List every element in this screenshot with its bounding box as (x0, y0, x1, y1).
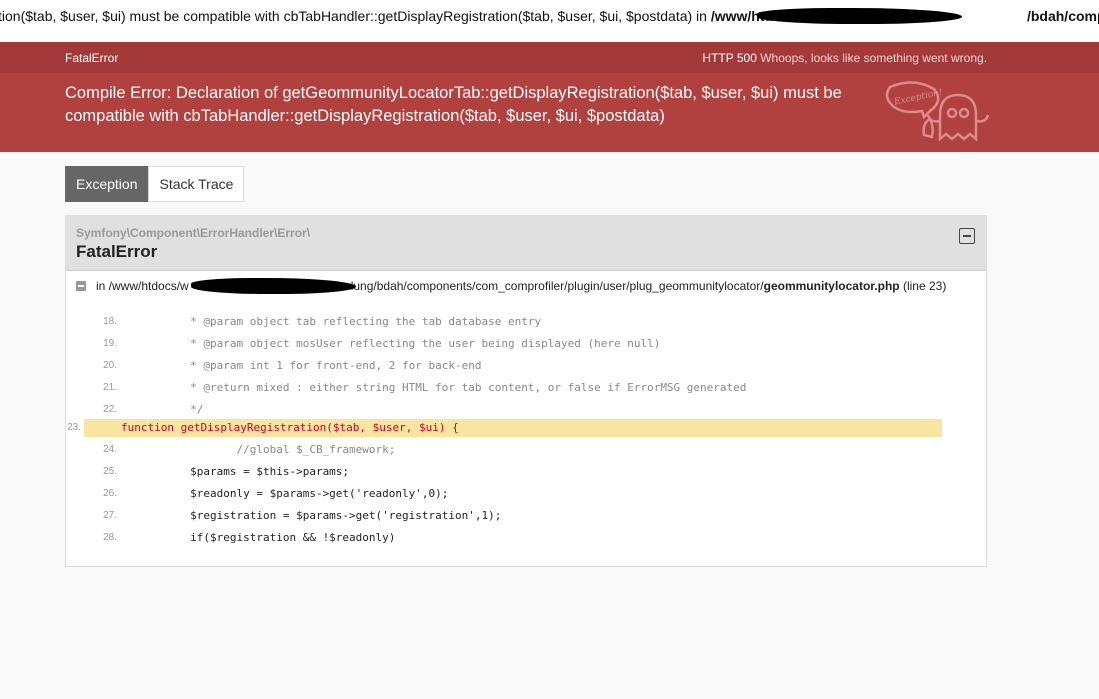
code-line: 26. $readonly = $params->get('readonly',… (103, 487, 449, 500)
status-text: Whoops, looks like something went wrong. (760, 51, 987, 65)
code-line: 21. * @return mixed : either string HTML… (103, 381, 747, 394)
exception-header: FatalError HTTP 500 Whoops, looks like s… (0, 42, 1099, 73)
code-line-highlighted: 23. function getDisplayRegistration($tab,… (67, 419, 942, 437)
code-line: 28. if($registration && !$readonly) (103, 531, 396, 544)
exception-panel: Symfony\Component\ErrorHandler\Error\ Fa… (65, 215, 987, 567)
code-line: 24. //global $_CB_framework; (103, 443, 396, 456)
file-path-tail: lung/bdah/components/com_comprofiler/plu… (350, 279, 764, 293)
http-status: HTTP 500 Whoops, looks like something we… (702, 51, 987, 65)
raw-error-prefix: tion($tab, $user, $ui) must be compatibl… (0, 8, 711, 24)
code-line: 27. $registration = $params->get('regist… (103, 509, 502, 522)
exception-message: Compile Error: Declaration of getGeommun… (65, 84, 842, 125)
redaction-mark (757, 8, 962, 24)
tab-exception[interactable]: Exception (65, 166, 149, 202)
file-name: geommunitylocator.php (763, 279, 900, 293)
code-excerpt: 18. * @param object tab reflecting the t… (67, 311, 978, 549)
collapse-code-icon[interactable] (76, 281, 86, 291)
redaction-mark (191, 278, 356, 294)
tab-bar: Exception Stack Trace (65, 166, 245, 202)
code-line: 20. * @param int 1 for front-end, 2 for … (103, 359, 482, 372)
exception-message-bar: Compile Error: Declaration of getGeommun… (0, 73, 1099, 152)
exception-panel-header: Symfony\Component\ErrorHandler\Error\ Fa… (66, 216, 986, 271)
code-line: 18. * @param object tab reflecting the t… (103, 315, 542, 328)
tab-stack-trace[interactable]: Stack Trace (148, 166, 245, 202)
code-line: 22. */ (103, 403, 204, 416)
line-info: (line 23) (902, 279, 947, 293)
file-prefix: in /www/htdocs/w (96, 279, 189, 293)
exception-class-name: FatalError (76, 242, 158, 261)
raw-error-line: tion($tab, $user, $ui) must be compatibl… (0, 0, 1099, 42)
raw-error-path-end: /bdah/components/com (1026, 8, 1099, 24)
code-line: 25. $params = $this->params; (103, 465, 350, 478)
exception-ghost-icon: Exception! (885, 81, 990, 142)
status-code: HTTP 500 (702, 51, 757, 65)
exception-type-label: FatalError (65, 51, 119, 65)
collapse-panel-icon[interactable] (959, 228, 975, 244)
exception-namespace: Symfony\Component\ErrorHandler\Error\ (76, 226, 311, 240)
code-line: 19. * @param object mosUser reflecting t… (103, 337, 661, 350)
